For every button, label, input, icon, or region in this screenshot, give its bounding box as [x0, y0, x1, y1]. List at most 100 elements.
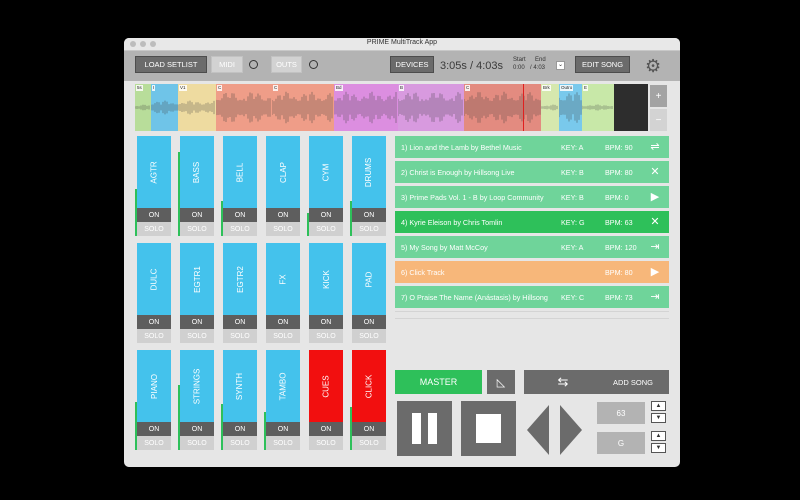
track-on-button[interactable]: ON [309, 315, 343, 329]
waveform-section[interactable]: E [582, 84, 614, 131]
track-fader[interactable]: DRUMS [352, 136, 386, 208]
track-fader[interactable]: EGTR1 [180, 243, 214, 315]
track-fader[interactable]: EGTR2 [223, 243, 257, 315]
track-on-button[interactable]: ON [266, 315, 300, 329]
exit-icon[interactable]: ⇥ [647, 289, 663, 305]
playhead[interactable] [523, 84, 524, 131]
track-solo-button[interactable]: SOLO [223, 436, 257, 450]
waveform-section[interactable]: C [464, 84, 541, 131]
track-tile-bass[interactable]: BASS ON SOLO [178, 136, 214, 236]
track-tile-egtr2[interactable]: EGTR2 ON SOLO [221, 243, 257, 343]
track-solo-button[interactable]: SOLO [309, 436, 343, 450]
track-tile-clap[interactable]: CLAP ON SOLO [264, 136, 300, 236]
key-down-button[interactable]: ▼ [651, 443, 666, 453]
track-solo-button[interactable]: SOLO [137, 329, 171, 343]
gear-icon[interactable]: ⚙ [645, 57, 661, 75]
track-fader[interactable]: AGTR [137, 136, 171, 208]
load-setlist-button[interactable]: LOAD SETLIST [135, 56, 207, 73]
setlist-row[interactable]: 4) Kyrie Eleison by Chris Tomlin KEY: G BP… [395, 211, 669, 233]
midi-button[interactable]: MIDI [211, 56, 243, 73]
remove-icon[interactable]: ✕ [647, 164, 663, 180]
track-solo-button[interactable]: SOLO [180, 436, 214, 450]
track-tile-kick[interactable]: KICK ON SOLO [307, 243, 343, 343]
remove-icon[interactable]: ✕ [647, 214, 663, 230]
waveform-section[interactable]: B [398, 84, 464, 131]
track-tile-cues[interactable]: CUES ON SOLO [307, 350, 343, 450]
track-on-button[interactable]: ON [309, 208, 343, 222]
play-icon[interactable]: ▶ [647, 189, 663, 205]
ramp-icon[interactable]: ◺ [487, 370, 515, 394]
track-solo-button[interactable]: SOLO [352, 222, 386, 236]
track-on-button[interactable]: ON [137, 422, 171, 436]
track-solo-button[interactable]: SOLO [266, 222, 300, 236]
track-tile-click[interactable]: CLICK ON SOLO [350, 350, 386, 450]
track-fader[interactable]: CYM [309, 136, 343, 208]
track-fader[interactable]: SYNTH [223, 350, 257, 422]
track-on-button[interactable]: ON [180, 315, 214, 329]
waveform-section[interactable]: V1 [178, 84, 216, 131]
master-button[interactable]: MASTER [395, 370, 482, 394]
track-solo-button[interactable]: SOLO [137, 436, 171, 450]
track-tile-agtr[interactable]: AGTR ON SOLO [135, 136, 171, 236]
track-tile-drums[interactable]: DRUMS ON SOLO [350, 136, 386, 236]
track-on-button[interactable]: ON [352, 315, 386, 329]
track-fader[interactable]: STRINGS [180, 350, 214, 422]
bpm-up-button[interactable]: ▲ [651, 401, 666, 411]
track-on-button[interactable]: ON [309, 422, 343, 436]
setlist-row[interactable]: 6) Click Track BPM: 80 ▶ [395, 261, 669, 283]
track-tile-egtr1[interactable]: EGTR1 ON SOLO [178, 243, 214, 343]
bpm-down-button[interactable]: ▼ [651, 413, 666, 423]
track-on-button[interactable]: ON [352, 208, 386, 222]
loop-icon[interactable]: ⇆ [524, 370, 602, 394]
setlist-row[interactable]: 3) Prime Pads Vol. 1 - B by Loop Communi… [395, 186, 669, 208]
track-fader[interactable]: CLICK [352, 350, 386, 422]
track-tile-bell[interactable]: BELL ON SOLO [221, 136, 257, 236]
setlist-row[interactable]: 2) Christ is Enough by Hillsong Live KEY:… [395, 161, 669, 183]
track-tile-cym[interactable]: CYM ON SOLO [307, 136, 343, 236]
waveform-section[interactable]: Bd [334, 84, 398, 131]
track-on-button[interactable]: ON [223, 315, 257, 329]
waveform-section[interactable]: 5s [135, 84, 151, 131]
track-tile-synth[interactable]: SYNTH ON SOLO [221, 350, 257, 450]
waveform-timeline[interactable]: 5s I V1 C C Bd B C Brk Outro E [135, 84, 648, 131]
waveform-section[interactable]: Brk [541, 84, 559, 131]
devices-button[interactable]: DEVICES [390, 56, 434, 73]
track-on-button[interactable]: ON [180, 208, 214, 222]
track-on-button[interactable]: ON [266, 208, 300, 222]
track-solo-button[interactable]: SOLO [223, 222, 257, 236]
track-on-button[interactable]: ON [137, 208, 171, 222]
track-tile-fx[interactable]: FX ON SOLO [264, 243, 300, 343]
track-fader[interactable]: PIANO [137, 350, 171, 422]
track-on-button[interactable]: ON [223, 422, 257, 436]
track-solo-button[interactable]: SOLO [352, 329, 386, 343]
track-solo-button[interactable]: SOLO [352, 436, 386, 450]
setlist-row[interactable]: 1) Lion and the Lamb by Bethel Music KEY:… [395, 136, 669, 158]
zoom-out-button[interactable]: − [650, 109, 667, 131]
track-tile-piano[interactable]: PIANO ON SOLO [135, 350, 171, 450]
track-solo-button[interactable]: SOLO [180, 329, 214, 343]
reorder-icon[interactable]: ⇌ [647, 139, 663, 155]
track-fader[interactable]: TAMBO [266, 350, 300, 422]
track-solo-button[interactable]: SOLO [309, 222, 343, 236]
waveform-section[interactable]: I [151, 84, 178, 131]
track-solo-button[interactable]: SOLO [309, 329, 343, 343]
track-solo-button[interactable]: SOLO [137, 222, 171, 236]
track-tile-pad[interactable]: PAD ON SOLO [350, 243, 386, 343]
waveform-section[interactable]: Outro [559, 84, 582, 131]
track-on-button[interactable]: ON [137, 315, 171, 329]
setlist-row[interactable]: 5) My Song by Matt McCoy KEY: A BPM: 120 ⇥ [395, 236, 669, 258]
track-on-button[interactable]: ON [223, 208, 257, 222]
track-solo-button[interactable]: SOLO [266, 329, 300, 343]
stop-button[interactable] [461, 401, 516, 456]
chevron-down-icon[interactable]: ⌄ [556, 61, 565, 70]
next-song-button[interactable] [560, 405, 582, 455]
track-on-button[interactable]: ON [180, 422, 214, 436]
track-fader[interactable]: BELL [223, 136, 257, 208]
exit-icon[interactable]: ⇥ [647, 239, 663, 255]
outs-button[interactable]: OUTS [271, 56, 302, 73]
pause-button[interactable] [397, 401, 452, 456]
key-up-button[interactable]: ▲ [651, 431, 666, 441]
edit-song-button[interactable]: EDIT SONG [575, 56, 630, 73]
previous-song-button[interactable] [527, 405, 549, 455]
track-fader[interactable]: FX [266, 243, 300, 315]
